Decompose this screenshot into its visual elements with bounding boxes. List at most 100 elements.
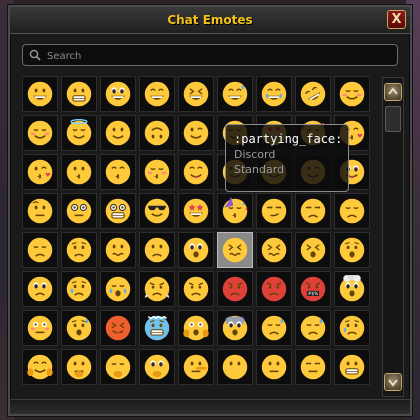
emote-cold-face-button[interactable] (139, 310, 175, 346)
emoji-grimacing-icon (339, 354, 365, 380)
emote-monocle-button[interactable] (61, 193, 97, 229)
emote-nerd-button[interactable] (100, 193, 136, 229)
emote-relaxed-button[interactable] (334, 76, 370, 112)
emote-neutral-button[interactable] (256, 349, 292, 385)
emote-slight-smile-button[interactable] (100, 115, 136, 151)
emote-angry-button[interactable] (178, 271, 214, 307)
emoji-cold-sweat-icon (66, 315, 92, 341)
emote-expressionless-button[interactable] (295, 349, 331, 385)
emote-sob-button[interactable] (100, 271, 136, 307)
emote-sweat-button[interactable] (295, 310, 331, 346)
emote-frowning-button[interactable] (178, 232, 214, 268)
emote-laughing-button[interactable] (178, 76, 214, 112)
emote-flushed-button[interactable] (22, 310, 58, 346)
emoji-raised-eyebrow-icon (27, 198, 53, 224)
emote-rofl-button[interactable] (295, 76, 331, 112)
chevron-down-icon (388, 379, 398, 387)
close-button[interactable]: X (387, 10, 406, 29)
emote-disappointed-button[interactable] (334, 193, 370, 229)
emote-wink-button[interactable] (178, 115, 214, 151)
emote-hand-over-mouth-button[interactable] (100, 349, 136, 385)
emote-smirk-button[interactable] (256, 193, 292, 229)
svg-text:#$%: #$% (308, 291, 319, 297)
emote-grinning-button[interactable] (22, 76, 58, 112)
emoji-shushing-icon (144, 354, 170, 380)
emote-innocent-button[interactable] (61, 115, 97, 151)
chat-emotes-window: Chat Emotes X Search #$%:partying_face:… (8, 5, 412, 416)
emoji-sweat-icon (300, 315, 326, 341)
search-icon (29, 49, 41, 61)
tooltip-emote-source: Discord (234, 148, 276, 161)
emote-fearful-button[interactable] (217, 310, 253, 346)
emote-blush-button[interactable] (22, 115, 58, 151)
emoji-slight-smile-icon (105, 120, 131, 146)
emoji-triumph-icon (144, 276, 170, 302)
emote-kissing-closed-eyes-button[interactable] (139, 154, 175, 190)
emote-grin-button[interactable] (61, 76, 97, 112)
emote-smiley-button[interactable] (100, 76, 136, 112)
scroll-down-button[interactable] (384, 373, 402, 391)
search-box[interactable] (22, 44, 398, 66)
emote-grimacing-button[interactable] (334, 349, 370, 385)
emote-exploding-head-button[interactable] (334, 271, 370, 307)
emote-triumph-button[interactable] (139, 271, 175, 307)
emote-smile-button[interactable] (139, 76, 175, 112)
emote-pleading-button[interactable] (22, 271, 58, 307)
emote-partying-face-button[interactable] (217, 193, 253, 229)
emote-worried-button[interactable] (61, 232, 97, 268)
emote-cry-button[interactable] (61, 271, 97, 307)
emote-thinking-button[interactable] (61, 349, 97, 385)
emoji-tired-icon (300, 237, 326, 263)
scrollbar[interactable] (382, 77, 404, 397)
scroll-up-button[interactable] (384, 83, 402, 101)
emote-pout-button[interactable] (256, 271, 292, 307)
emote-persevere-button[interactable] (217, 232, 253, 268)
emote-unamused-button[interactable] (295, 193, 331, 229)
emote-sweat-smile-button[interactable] (217, 76, 253, 112)
emote-sad-relieved-button[interactable] (334, 310, 370, 346)
emote-upside-down-button[interactable] (139, 115, 175, 151)
emote-confused-button[interactable] (100, 232, 136, 268)
emoji-smile-icon (144, 81, 170, 107)
emoji-yum-icon (183, 159, 209, 185)
emote-raised-eyebrow-button[interactable] (22, 193, 58, 229)
emote-shushing-button[interactable] (139, 349, 175, 385)
emoji-hot-face-icon (105, 315, 131, 341)
emote-kissing-smiling-button[interactable] (100, 154, 136, 190)
emote-slightly-frowning-button[interactable] (139, 232, 175, 268)
emote-pensive-button[interactable] (22, 232, 58, 268)
window-title: Chat Emotes (167, 13, 253, 27)
emoji-cry-icon (66, 276, 92, 302)
emote-star-struck-button[interactable] (178, 193, 214, 229)
emote-kissing-heart-button[interactable] (22, 154, 58, 190)
emote-rage-button[interactable] (217, 271, 253, 307)
emoji-neutral-icon (261, 354, 287, 380)
emote-tired-button[interactable] (295, 232, 331, 268)
emote-joy-button[interactable] (256, 76, 292, 112)
emote-tooltip: :partying_face: Discord Standard (225, 124, 349, 192)
emote-scream-button[interactable] (178, 310, 214, 346)
emoji-monocle-icon (66, 198, 92, 224)
emoji-sunglasses-icon (144, 198, 170, 224)
search-input[interactable] (45, 47, 389, 65)
emoji-relaxed-icon (339, 81, 365, 107)
emoji-persevere-icon (222, 237, 248, 263)
emote-no-mouth-button[interactable] (217, 349, 253, 385)
emote-cold-sweat-button[interactable] (61, 310, 97, 346)
emote-kissing-button[interactable] (61, 154, 97, 190)
emoji-kissing-smiling-icon (105, 159, 131, 185)
emote-confounded-button[interactable] (256, 232, 292, 268)
emote-weary-button[interactable] (334, 232, 370, 268)
emoji-scream-icon (183, 315, 209, 341)
emoji-thinking-icon (66, 354, 92, 380)
emote-hugging-button[interactable] (22, 349, 58, 385)
emote-lying-button[interactable] (178, 349, 214, 385)
emote-hot-face-button[interactable] (100, 310, 136, 346)
tooltip-emote-category: Standard (234, 163, 285, 176)
scroll-thumb[interactable] (385, 106, 401, 132)
emote-symbols-over-mouth-button[interactable]: #$% (295, 271, 331, 307)
emote-disappointed-relieved-button[interactable] (256, 310, 292, 346)
emote-sunglasses-button[interactable] (139, 193, 175, 229)
emote-yum-button[interactable] (178, 154, 214, 190)
emoji-hugging-icon (27, 354, 53, 380)
